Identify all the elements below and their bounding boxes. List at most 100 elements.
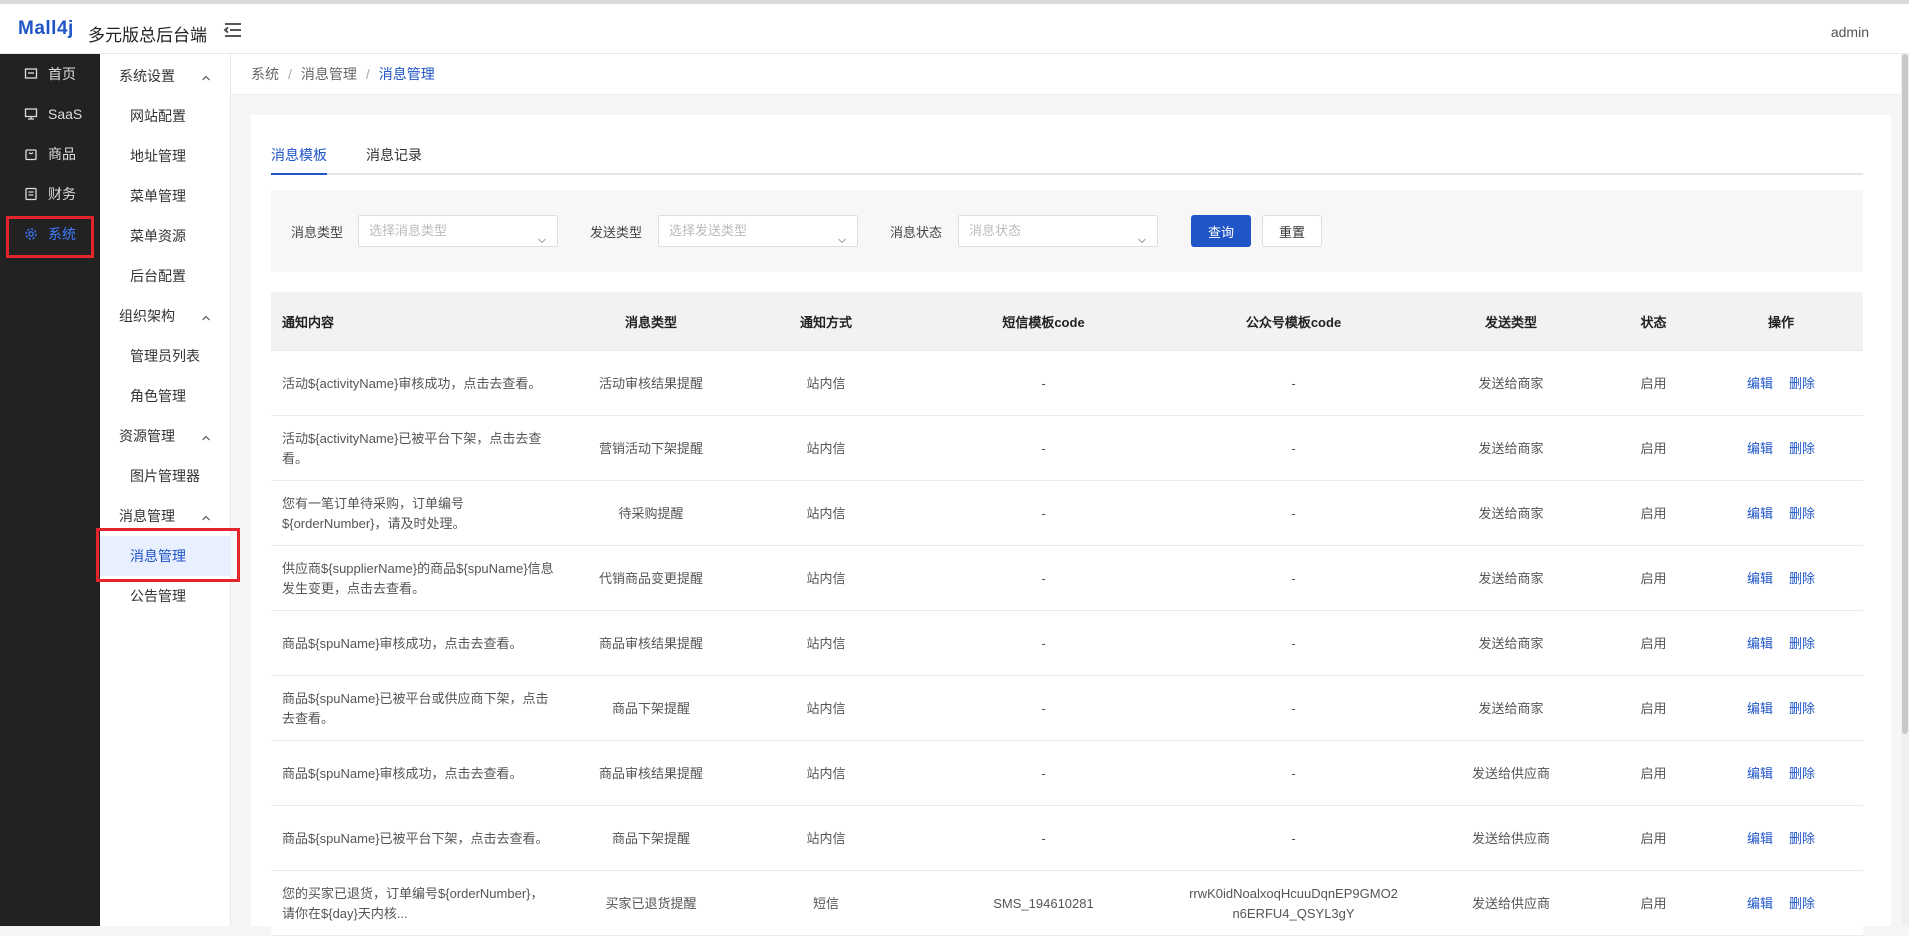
home-icon (24, 67, 38, 81)
delete-button[interactable]: 删除 (1789, 504, 1815, 524)
table-row: 商品${spuName}审核成功，点击去查看。 商品审核结果提醒 站内信 - - 发送给商… (271, 611, 1863, 676)
submenu-group-org[interactable]: 组织架构 (100, 296, 231, 336)
cell-text: 站内信 (806, 700, 846, 716)
delete-button[interactable]: 删除 (1789, 764, 1815, 784)
edit-button[interactable]: 编辑 (1747, 699, 1773, 719)
cell-text: 商品${spuName}审核成功，点击去查看。 (282, 765, 523, 781)
cell-text: 商品下架提醒 (611, 700, 690, 716)
edit-button[interactable]: 编辑 (1747, 569, 1773, 589)
table-row: 供应商${supplierName}的商品${spuName}信息发生变更，点击… (271, 546, 1863, 611)
msg-type-select[interactable]: 选择消息类型 (358, 215, 558, 247)
delete-button[interactable]: 删除 (1789, 374, 1815, 394)
submenu-group-label: 系统设置 (119, 68, 175, 84)
reset-button[interactable]: 重置 (1262, 215, 1322, 247)
status-select[interactable]: 消息状态 (958, 215, 1158, 247)
breadcrumb-item[interactable]: 系统 (251, 64, 279, 84)
table-row: 商品${spuName}审核成功，点击去查看。 商品审核结果提醒 站内信 - - 发送给供… (271, 741, 1863, 806)
cell-text: 站内信 (806, 765, 846, 781)
nav-item-label: 商品 (48, 146, 76, 162)
cell-text: 买家已退货提醒 (605, 895, 697, 911)
cell-text: - (1041, 570, 1046, 586)
filter-label-status: 消息状态 (890, 225, 943, 240)
query-button[interactable]: 查询 (1191, 215, 1251, 247)
nav-item-home[interactable]: 首页 (0, 54, 100, 94)
nav-item-label: SaaS (48, 106, 83, 122)
delete-button[interactable]: 删除 (1789, 829, 1815, 849)
sub-nav: 系统设置 网站配置 地址管理 菜单管理 菜单资源 后台配置 组织架构 管理员列表… (100, 54, 231, 926)
scrollbar-thumb[interactable] (1902, 54, 1908, 734)
tab-message-records[interactable]: 消息记录 (366, 143, 422, 175)
user-name[interactable]: admin (1831, 24, 1869, 40)
column-header: 消息类型 (624, 315, 677, 330)
submenu-item-roles[interactable]: 角色管理 (100, 376, 231, 416)
cell-text: 站内信 (806, 375, 846, 391)
cell-text: 您有一笔订单待采购，订单编号${orderNumber}，请及时处理。 (282, 495, 466, 531)
cell-type: 营销活动下架提醒 (566, 416, 736, 481)
cell-text: - (1041, 830, 1046, 846)
cell-sms: SMS_194610281 (916, 871, 1171, 936)
submenu-item-address[interactable]: 地址管理 (100, 136, 231, 176)
edit-button[interactable]: 编辑 (1747, 764, 1773, 784)
delete-button[interactable]: 删除 (1789, 699, 1815, 719)
submenu-item-admin-list[interactable]: 管理员列表 (100, 336, 231, 376)
nav-item-finance[interactable]: 财务 (0, 174, 100, 214)
cell-text: 站内信 (806, 570, 846, 586)
cell-text: 商品${spuName}审核成功，点击去查看。 (282, 635, 523, 651)
table-row: 活动${activityName}已被平台下架，点击去查看。 营销活动下架提醒 站内… (271, 416, 1863, 481)
cell-status: 启用 (1606, 871, 1701, 936)
cell-type: 待采购提醒 (566, 481, 736, 546)
cell-actions: 编辑 删除 (1701, 871, 1861, 936)
cell-text: 启用 (1640, 765, 1667, 781)
cell-send: 发送给供应商 (1416, 871, 1606, 936)
nav-item-products[interactable]: 商品 (0, 134, 100, 174)
cell-content: 活动${activityName}已被平台下架，点击去查看。 (271, 416, 566, 481)
delete-button[interactable]: 删除 (1789, 569, 1815, 589)
monitor-icon (24, 107, 38, 121)
cell-content: 商品${spuName}已被平台下架，点击去查看。 (271, 806, 566, 871)
cell-text: 短信 (812, 895, 839, 911)
cell-text: 待采购提醒 (618, 505, 684, 521)
send-type-select[interactable]: 选择发送类型 (658, 215, 858, 247)
breadcrumb: 系统 / 消息管理 / 消息管理 (231, 54, 1909, 95)
cell-status: 启用 (1606, 416, 1701, 481)
edit-button[interactable]: 编辑 (1747, 504, 1773, 524)
submenu-item-announcements[interactable]: 公告管理 (100, 576, 231, 616)
cell-actions: 编辑 删除 (1701, 676, 1861, 741)
menu-toggle-icon[interactable] (222, 19, 244, 41)
breadcrumb-current: 消息管理 (378, 66, 435, 82)
cell-text: 活动审核结果提醒 (598, 375, 703, 391)
submenu-item-menu-resource[interactable]: 菜单资源 (100, 216, 231, 256)
submenu-group-resources[interactable]: 资源管理 (100, 416, 231, 456)
nav-item-saas[interactable]: SaaS (0, 94, 100, 134)
cell-text: 发送给商家 (1478, 440, 1544, 456)
cell-text: - (1291, 830, 1296, 846)
submenu-item-image-manager[interactable]: 图片管理器 (100, 456, 231, 496)
cell-wechat: - (1171, 351, 1416, 416)
delete-button[interactable]: 删除 (1789, 894, 1815, 914)
edit-button[interactable]: 编辑 (1747, 894, 1773, 914)
page-scrollbar[interactable] (1901, 54, 1909, 926)
tab-message-templates[interactable]: 消息模板 (271, 143, 327, 175)
submenu-group-label: 组织架构 (119, 308, 175, 324)
submenu-item-menu[interactable]: 菜单管理 (100, 176, 231, 216)
edit-button[interactable]: 编辑 (1747, 829, 1773, 849)
cell-type: 买家已退货提醒 (566, 871, 736, 936)
edit-button[interactable]: 编辑 (1747, 439, 1773, 459)
cell-wechat: - (1171, 676, 1416, 741)
cell-text: 供应商${supplierName}的商品${spuName}信息发生变更，点击… (282, 560, 554, 596)
submenu-item-admin-config[interactable]: 后台配置 (100, 256, 231, 296)
submenu-item-site-config[interactable]: 网站配置 (100, 96, 231, 136)
cell-text: - (1041, 765, 1046, 781)
filter-bar: 消息类型 选择消息类型 发送类型 选择发送类型 消息状态 消息状态 查询 重置 (271, 190, 1863, 272)
delete-button[interactable]: 删除 (1789, 634, 1815, 654)
delete-button[interactable]: 删除 (1789, 439, 1815, 459)
edit-button[interactable]: 编辑 (1747, 374, 1773, 394)
submenu-group-system-settings[interactable]: 系统设置 (100, 56, 231, 96)
cell-method: 站内信 (736, 481, 916, 546)
nav-item-label: 财务 (48, 186, 76, 202)
cell-type: 活动审核结果提醒 (566, 351, 736, 416)
edit-button[interactable]: 编辑 (1747, 634, 1773, 654)
breadcrumb-item[interactable]: 消息管理 (301, 64, 357, 84)
cell-content: 商品${spuName}已被平台或供应商下架，点击去查看。 (271, 676, 566, 741)
cell-actions: 编辑 删除 (1701, 546, 1861, 611)
